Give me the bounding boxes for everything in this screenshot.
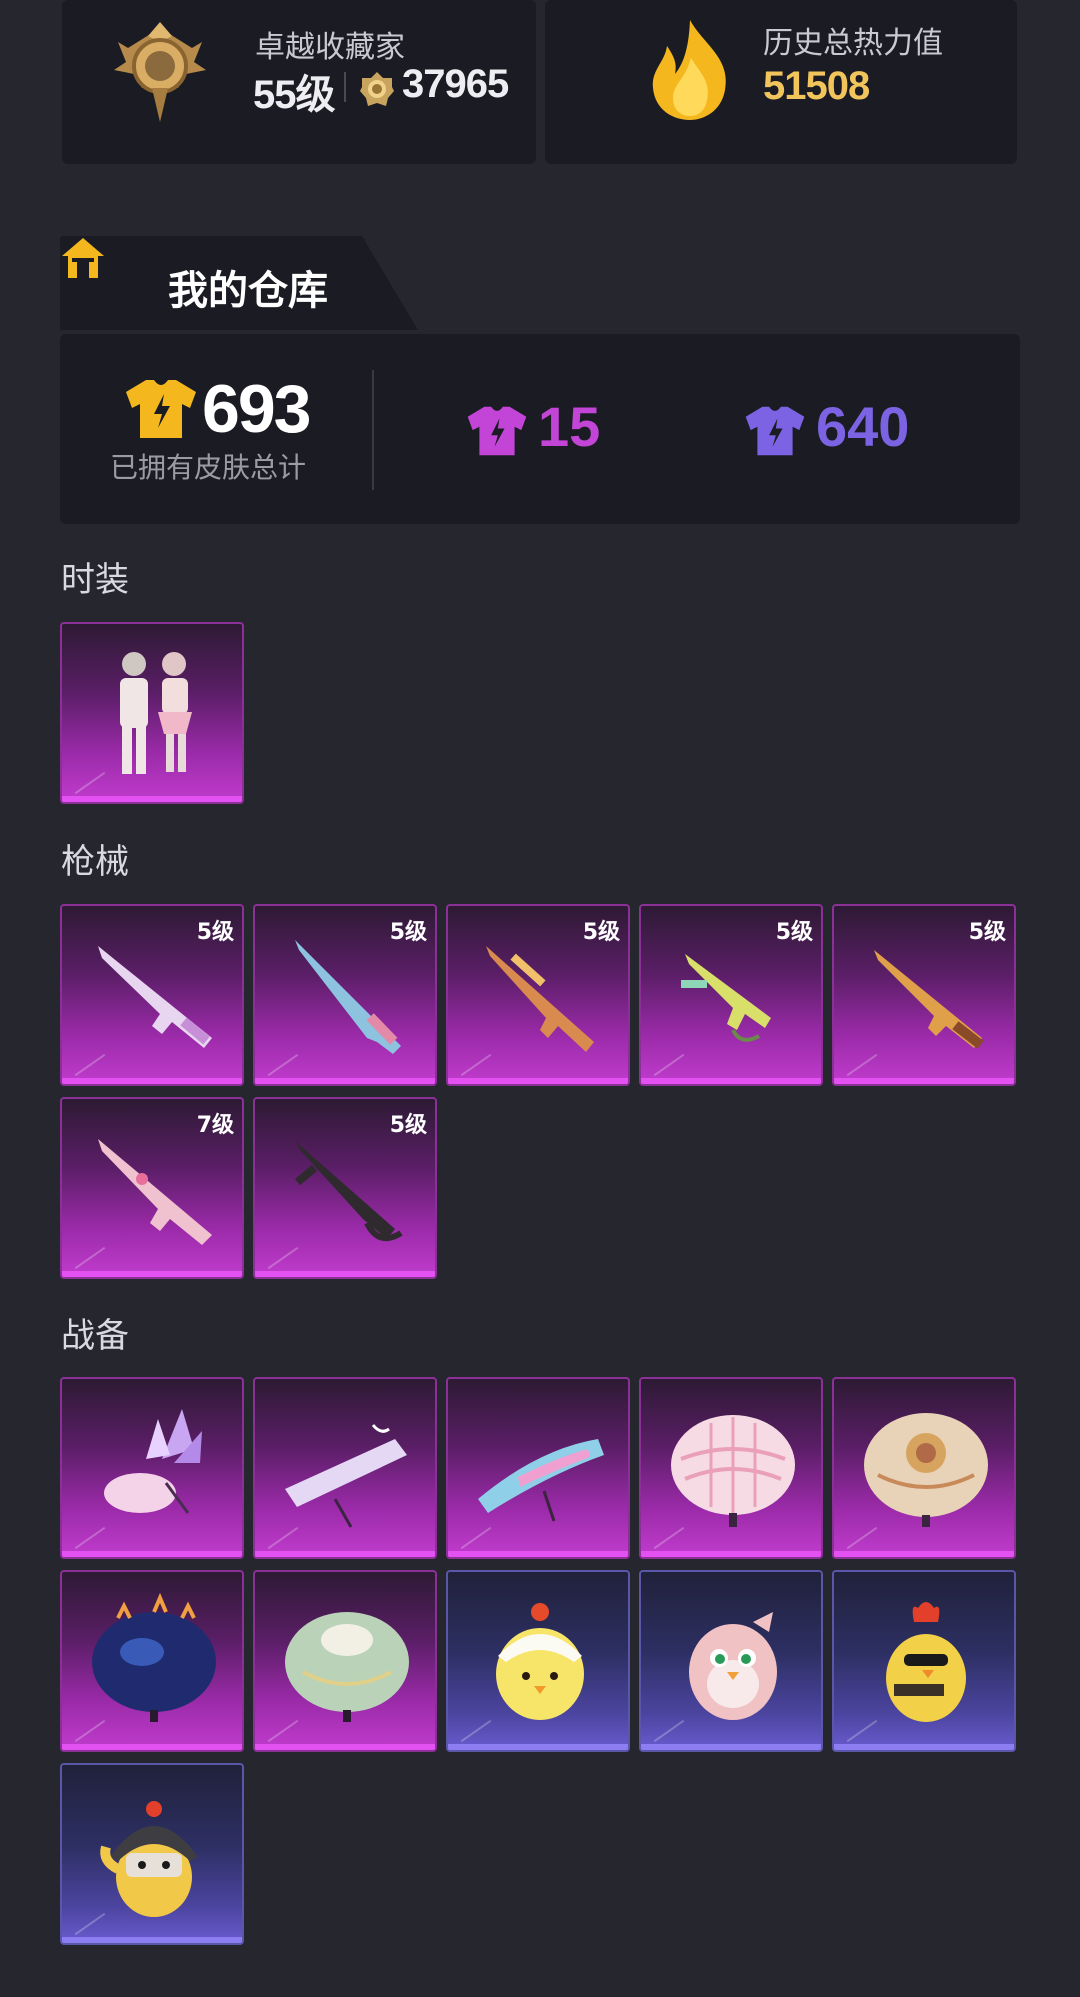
collector-rank-name: 卓越收藏家 [255,30,405,65]
rifle-icon [295,940,401,1054]
fashion-item-couple-outfit[interactable] [60,622,244,804]
mint-parachute-icon [285,1612,409,1722]
helmet-chick-companion-icon [100,1801,198,1917]
gear-item[interactable] [832,1570,1016,1752]
rifle-icon [98,946,212,1048]
chick-companion-icon [496,1603,584,1720]
blue-flame-parachute-icon [92,1592,216,1722]
blue-skins-count: 640 [816,395,910,458]
warehouse-stats-panel: 693 已拥有皮肤总计 15 640 [60,334,1020,524]
rifle-icon [874,950,984,1049]
rifle-icon [295,1141,403,1242]
gear-item[interactable] [639,1570,823,1752]
purple-skins-count: 15 [538,395,601,458]
collector-rank-panel[interactable]: 卓越收藏家 55级 37965 [62,0,536,164]
gold-shirt-icon [126,380,196,438]
section-title-fashion: 时装 [61,560,129,600]
warehouse-title: 我的仓库 [168,268,328,314]
gear-item[interactable] [253,1570,437,1752]
weapon-item[interactable]: 5级 [639,904,823,1086]
gear-item[interactable] [832,1377,1016,1559]
crystal-glider-icon [104,1409,202,1514]
gear-item[interactable] [446,1377,630,1559]
pink-plaid-parachute-icon [671,1415,795,1527]
pastel-glider-icon [478,1439,604,1522]
heat-value: 51508 [763,64,870,108]
weapon-item[interactable]: 5级 [253,1097,437,1279]
weapon-item[interactable]: 7级 [60,1097,244,1279]
section-title-gear: 战备 [61,1316,129,1356]
rifle-icon [486,946,594,1052]
weapon-item[interactable]: 5级 [446,904,630,1086]
section-title-weapons: 枪械 [61,842,129,882]
flame-icon [652,20,726,120]
purple-shirt-icon [467,406,527,456]
collection-points: 37965 [402,62,509,106]
gear-item[interactable] [446,1570,630,1752]
gear-item[interactable] [639,1377,823,1559]
collector-medal-icon [114,22,206,122]
smg-icon [681,954,771,1042]
rooster-companion-icon [886,1602,966,1722]
total-skins-label: 已拥有皮肤总计 [110,451,307,484]
blue-shirt-icon [745,406,805,456]
ornate-parachute-icon [864,1413,988,1527]
gear-item[interactable] [60,1377,244,1559]
heat-value-label: 历史总热力值 [763,26,943,61]
couple-outfit-icon [120,652,192,774]
lavender-glider-icon [285,1424,407,1528]
house-icon [62,238,104,278]
pink-bird-companion-icon [689,1612,777,1720]
total-skins-count: 693 [202,371,311,447]
weapon-item[interactable]: 5级 [60,904,244,1086]
rifle-icon [98,1139,212,1245]
gear-item[interactable] [60,1763,244,1945]
heat-value-panel[interactable]: 历史总热力值 51508 [545,0,1017,164]
collection-points-icon [360,72,394,106]
gear-item[interactable] [253,1377,437,1559]
divider [372,370,374,490]
weapon-item[interactable]: 5级 [253,904,437,1086]
divider [344,72,346,102]
warehouse-tab[interactable]: 我的仓库 [60,236,420,330]
gear-item[interactable] [60,1570,244,1752]
player-level: 55级 [253,73,335,117]
weapon-item[interactable]: 5级 [832,904,1016,1086]
